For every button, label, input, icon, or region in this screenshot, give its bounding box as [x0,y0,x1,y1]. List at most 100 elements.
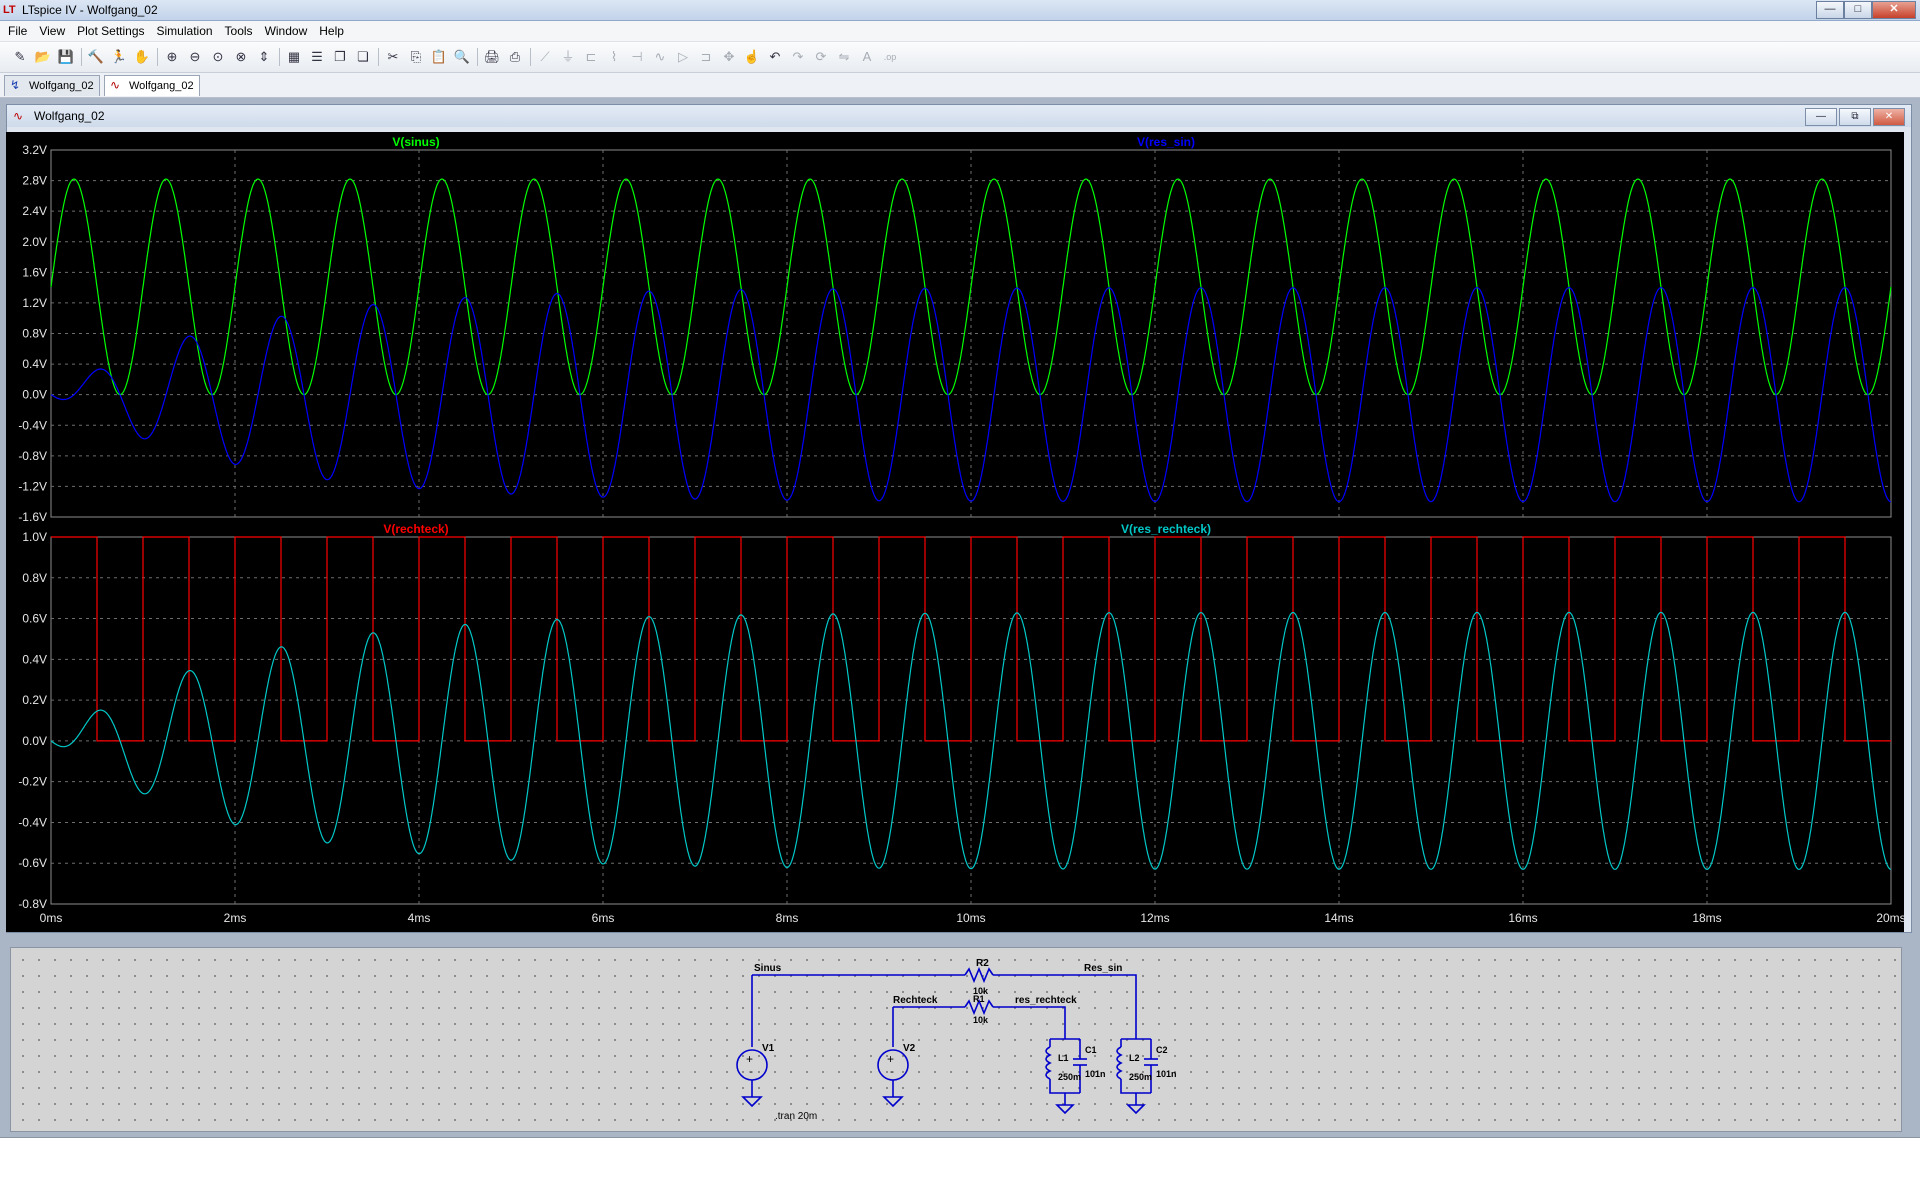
menu-tools[interactable]: Tools [219,21,259,38]
component-ref-v1[interactable]: V1 [762,1043,775,1054]
undo-icon[interactable]: ↶ [765,47,785,67]
drag-icon[interactable]: ☝ [742,47,762,67]
component-ref-c1[interactable]: C1 [1085,1045,1097,1055]
control-panel-icon[interactable]: 🔨 [86,47,106,67]
cut-icon[interactable]: ✂ [383,47,403,67]
rotate-icon[interactable]: ⟳ [811,47,831,67]
component-ref-c2[interactable]: C2 [1156,1045,1168,1055]
spice-directive[interactable]: .tran 20m [775,1111,817,1122]
waveform-icon: ∿ [13,109,24,123]
component-ref-l2[interactable]: L2 [1129,1053,1140,1063]
y-tick-label: 0.8V [22,571,47,585]
series-line[interactable] [51,536,1891,742]
redo-icon[interactable]: ↷ [788,47,808,67]
run-icon[interactable]: 🏃 [109,47,129,67]
resistor-icon[interactable]: ⌇ [604,47,624,67]
schematic-drawing[interactable]: + - + - Sinus Res_sin Rechteck res_recht… [10,947,1900,1130]
print-setup-icon[interactable]: ⎙ [505,47,525,67]
x-tick-label: 4ms [408,911,431,925]
series-legend-label[interactable]: V(res_sin) [1137,135,1195,149]
close-button[interactable]: ✕ [1872,1,1916,19]
component-value-r1[interactable]: 10k [973,1015,989,1025]
menu-plot-settings[interactable]: Plot Settings [71,21,150,38]
svg-text:-: - [749,1064,753,1078]
waveform-restore-button[interactable]: ⧉ [1839,108,1871,126]
component-icon[interactable]: ⊐ [696,47,716,67]
waveform-plot-area[interactable]: 3.2V 2.8V 2.4V 2.0V 1.6V 1.2V 0.8V 0.4V 0.0V -0.4… [6,132,1904,932]
paste-icon[interactable]: 📋 [429,47,449,67]
waveform-close-button[interactable]: ✕ [1873,108,1905,126]
tab-label: Wolfgang_02 [29,80,94,92]
halt-icon[interactable]: ✋ [132,47,152,67]
x-tick-label: 10ms [956,911,985,925]
save-icon[interactable]: 💾 [56,47,76,67]
y-tick-label: 1.2V [22,296,47,310]
tile-horizontal-icon[interactable]: ☰ [307,47,327,67]
menu-view[interactable]: View [33,21,71,38]
series-legend-label[interactable]: V(res_rechteck) [1121,522,1211,536]
zoom-in-icon[interactable]: ⊕ [162,47,182,67]
y-tick-label: -0.2V [18,775,47,789]
menu-bar: File View Plot Settings Simulation Tools Wind… [0,21,1920,42]
tab-schematic[interactable]: ↯ Wolfgang_02 [4,75,100,96]
inductor-icon[interactable]: ∿ [650,47,670,67]
menu-help[interactable]: Help [313,21,350,38]
wire-icon[interactable]: ⟋ [535,47,555,67]
x-tick-label: 0ms [40,911,63,925]
zoom-fit-icon[interactable]: ⊙ [208,47,228,67]
menu-simulation[interactable]: Simulation [151,21,219,38]
component-ref-r2[interactable]: R2 [976,958,989,969]
maximize-button[interactable]: □ [1844,1,1872,19]
status-area [0,1137,1920,1201]
net-label-res-rechteck[interactable]: res_rechteck [1015,995,1077,1006]
net-label-res-sin[interactable]: Res_sin [1084,963,1122,974]
component-value-l1[interactable]: 250m [1058,1072,1081,1082]
grid-icon[interactable]: ▦ [284,47,304,67]
tile-vertical-icon[interactable]: ❐ [330,47,350,67]
new-schematic-icon[interactable]: ✎ [10,47,30,67]
component-value-c1[interactable]: 101n [1085,1069,1106,1079]
series-legend-label[interactable]: V(sinus) [392,135,439,149]
net-label-rechteck[interactable]: Rechteck [893,995,938,1006]
component-ref-l1[interactable]: L1 [1058,1053,1069,1063]
tab-waveform[interactable]: ∿ Wolfgang_02 [104,75,200,96]
tab-label: Wolfgang_02 [129,80,194,92]
y-tick-label: 0.2V [22,693,47,707]
zoom-out-icon[interactable]: ⊖ [185,47,205,67]
move-icon[interactable]: ✥ [719,47,739,67]
toolbar-separator [477,48,478,66]
minimize-button[interactable]: — [1816,1,1844,19]
y-tick-label: -1.6V [18,510,47,524]
menu-window[interactable]: Window [259,21,314,38]
x-tick-label: 16ms [1508,911,1537,925]
x-tick-label: 20ms [1876,911,1904,925]
component-value-c2[interactable]: 101n [1156,1069,1177,1079]
autorange-icon[interactable]: ⇕ [254,47,274,67]
waveform-minimize-button[interactable]: — [1805,108,1837,126]
net-label-sinus[interactable]: Sinus [754,963,782,974]
menu-file[interactable]: File [0,21,33,38]
x-tick-label: 8ms [776,911,799,925]
print-icon[interactable]: 🖨 [482,47,502,67]
spice-directive-icon[interactable]: .op [880,47,900,67]
x-tick-label: 12ms [1140,911,1169,925]
copy-icon[interactable]: ⎘ [406,47,426,67]
text-icon[interactable]: A [857,47,877,67]
capacitor-icon[interactable]: ⊣ [627,47,647,67]
waveform-icon: ∿ [110,78,121,92]
component-value-l2[interactable]: 250m [1129,1072,1152,1082]
find-icon[interactable]: 🔍 [452,47,472,67]
component-ref-r1[interactable]: R1 [973,994,985,1004]
diode-icon[interactable]: ▷ [673,47,693,67]
series-legend-label[interactable]: V(rechteck) [383,522,448,536]
cascade-icon[interactable]: ❏ [353,47,373,67]
toolbar-separator [157,48,158,66]
ground-icon[interactable]: ⏚ [558,47,578,67]
waveform-window-titlebar[interactable]: ∿ Wolfgang_02 — ⧉ ✕ [7,105,1911,127]
y-tick-label: 0.0V [22,388,47,402]
component-ref-v2[interactable]: V2 [903,1043,916,1054]
open-icon[interactable]: 📂 [33,47,53,67]
label-icon[interactable]: ⊏ [581,47,601,67]
mirror-icon[interactable]: ⇋ [834,47,854,67]
zoom-cancel-icon[interactable]: ⊗ [231,47,251,67]
